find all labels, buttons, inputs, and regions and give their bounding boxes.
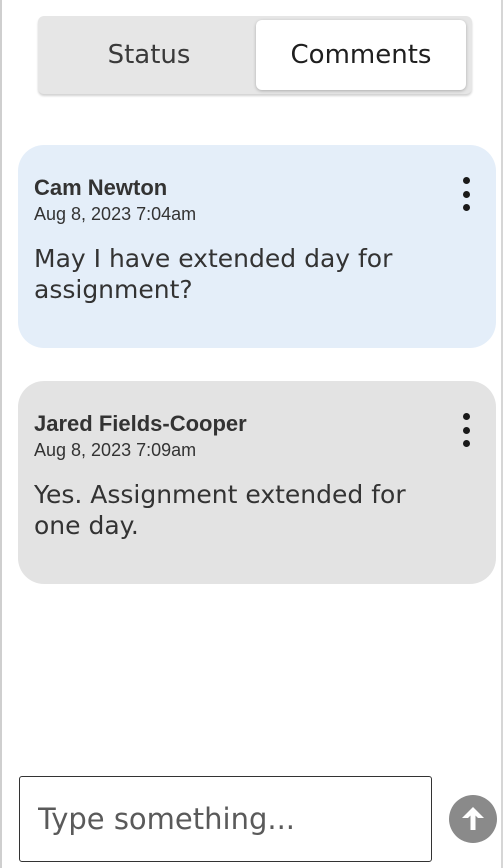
tab-bar: Status Comments	[38, 16, 472, 94]
more-vertical-icon[interactable]	[460, 413, 472, 447]
comment-text: Yes. Assignment extended for one day.	[34, 480, 406, 540]
comment-text: May I have extended day for assignment?	[34, 244, 393, 304]
tab-status[interactable]: Status	[42, 20, 256, 90]
comment-timestamp: Aug 8, 2023 7:04am	[34, 204, 197, 224]
left-border	[0, 0, 2, 868]
comment-card: Cam Newton Aug 8, 2023 7:04am May I have…	[18, 145, 496, 348]
comment-card: Jared Fields-Cooper Aug 8, 2023 7:09am Y…	[18, 381, 496, 584]
more-vertical-icon[interactable]	[460, 177, 472, 211]
arrow-up-circle-icon	[462, 807, 484, 830]
comment-timestamp: Aug 8, 2023 7:09am	[34, 440, 197, 460]
tab-comments[interactable]: Comments	[256, 20, 466, 90]
send-button[interactable]	[449, 795, 497, 843]
comment-author: Cam Newton	[34, 175, 168, 200]
comment-input[interactable]	[19, 776, 432, 862]
comment-author: Jared Fields-Cooper	[34, 411, 247, 436]
